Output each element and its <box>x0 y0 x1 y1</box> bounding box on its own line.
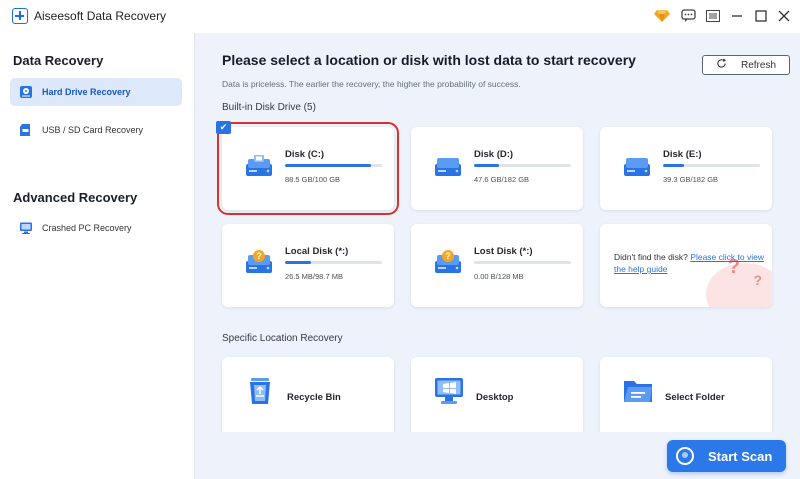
sidebar-item-label: Crashed PC Recovery <box>42 223 132 233</box>
help-prefix: Didn't find the disk? <box>614 252 691 262</box>
start-scan-button[interactable]: Start Scan <box>667 440 786 472</box>
location-card-recycle-bin[interactable]: Recycle Bin <box>222 357 394 437</box>
disk-card-local[interactable]: ? Local Disk (*:) 26.5 MB/98.7 MB <box>222 224 394 307</box>
page-subtitle: Data is priceless. The earlier the recov… <box>222 79 521 89</box>
advanced-recovery-heading: Advanced Recovery <box>13 190 138 205</box>
title-bar: Aiseesoft Data Recovery <box>0 0 800 33</box>
location-label: Recycle Bin <box>287 392 341 403</box>
specific-location-label: Specific Location Recovery <box>222 333 343 344</box>
check-icon: ✔ <box>216 121 231 134</box>
app-logo-icon <box>12 8 28 24</box>
app-title: Aiseesoft Data Recovery <box>34 9 167 23</box>
feedback-icon[interactable] <box>678 6 698 26</box>
sidebar-item-label: Hard Drive Recovery <box>42 87 131 97</box>
maximize-icon[interactable] <box>751 6 771 26</box>
disk-card-d[interactable]: Disk (D:) 47.6 GB/182 GB <box>411 127 583 210</box>
disk-usage-bar <box>474 261 571 264</box>
crashed-pc-icon <box>19 221 33 235</box>
disk-card-c[interactable]: ✔ Disk (C:) 88.5 GB/100 GB <box>216 121 399 215</box>
disk-usage-bar <box>663 164 760 167</box>
disk-usage-fill <box>285 164 371 167</box>
disk-name: Disk (C:) <box>285 149 325 160</box>
disk-size: 39.3 GB/182 GB <box>663 175 719 184</box>
refresh-button[interactable]: Refresh <box>702 55 790 75</box>
disk-card-e[interactable]: Disk (E:) 39.3 GB/182 GB <box>600 127 772 210</box>
disk-usage-fill <box>285 261 312 264</box>
sidebar-item-crashed-pc-recovery[interactable]: Crashed PC Recovery <box>10 214 182 242</box>
unknown-disk-icon: ? <box>244 249 274 277</box>
premium-icon[interactable] <box>652 6 672 26</box>
help-card: ? ? Didn't find the disk? Please click t… <box>600 224 772 307</box>
refresh-icon <box>716 58 727 72</box>
close-icon[interactable] <box>774 6 794 26</box>
menu-icon[interactable] <box>703 6 723 26</box>
folder-icon <box>622 375 654 407</box>
disk-usage-bar <box>285 164 382 167</box>
data-recovery-heading: Data Recovery <box>13 53 104 68</box>
disk-size: 88.5 GB/100 GB <box>285 175 341 184</box>
location-card-select-folder[interactable]: Select Folder <box>600 357 772 437</box>
refresh-label: Refresh <box>740 59 776 71</box>
disk-name: Disk (E:) <box>663 149 702 160</box>
disk-name: Lost Disk (*:) <box>474 246 533 257</box>
disk-icon <box>622 152 652 180</box>
hard-drive-icon <box>19 85 33 99</box>
unknown-disk-icon: ? <box>433 249 463 277</box>
disk-icon <box>433 152 463 180</box>
sidebar-item-usb-sd-card-recovery[interactable]: USB / SD Card Recovery <box>10 116 182 144</box>
start-scan-label: Start Scan <box>708 448 773 464</box>
recycle-bin-icon <box>244 375 276 407</box>
sd-card-icon <box>19 123 33 137</box>
disk-name: Local Disk (*:) <box>285 246 349 257</box>
minimize-icon[interactable] <box>727 6 747 26</box>
system-disk-icon <box>244 152 274 180</box>
disk-size: 47.6 GB/182 GB <box>474 175 530 184</box>
disk-size: 26.5 MB/98.7 MB <box>285 272 343 281</box>
desktop-icon <box>433 375 465 407</box>
builtin-disk-label: Built-in Disk Drive (5) <box>222 102 316 113</box>
svg-text:?: ? <box>445 251 451 261</box>
disk-usage-fill <box>663 164 685 167</box>
sidebar-item-hard-drive-recovery[interactable]: Hard Drive Recovery <box>10 78 182 106</box>
location-label: Desktop <box>476 392 514 403</box>
sidebar: Data Recovery Hard Drive Recovery USB / … <box>0 33 195 479</box>
page-title: Please select a location or disk with lo… <box>222 52 636 68</box>
disk-card-lost[interactable]: ? Lost Disk (*:) 0.00 B/128 MB <box>411 224 583 307</box>
disk-size: 0.00 B/128 MB <box>474 272 524 281</box>
location-label: Select Folder <box>665 392 725 403</box>
scan-icon <box>676 447 694 465</box>
sidebar-item-label: USB / SD Card Recovery <box>42 125 144 135</box>
location-card-desktop[interactable]: Desktop <box>411 357 583 437</box>
disk-usage-fill <box>474 164 500 167</box>
help-text: Didn't find the disk? Please click to vi… <box>614 251 764 275</box>
disk-usage-bar <box>474 164 571 167</box>
disk-usage-bar <box>285 261 382 264</box>
disk-name: Disk (D:) <box>474 149 514 160</box>
svg-text:?: ? <box>256 251 262 261</box>
